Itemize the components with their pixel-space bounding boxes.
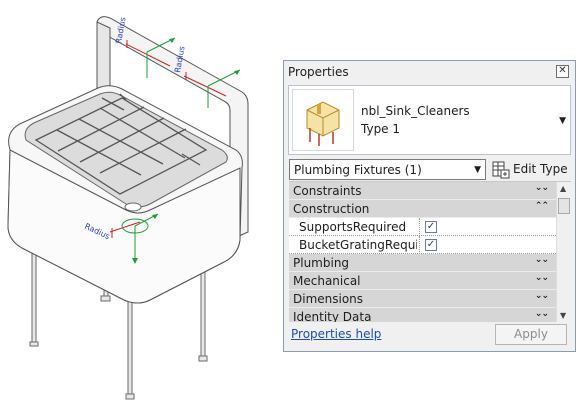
expand-icon[interactable]: ⌄⌄ — [535, 183, 549, 193]
group-plumbing[interactable]: Plumbing ⌄⌄ — [289, 254, 556, 272]
group-label: Construction — [293, 202, 370, 216]
group-label: Constraints — [293, 184, 362, 198]
close-icon[interactable]: ✕ — [556, 65, 569, 78]
group-label: Plumbing — [293, 256, 350, 270]
grid-scrollbar[interactable]: ▲ ▼ — [556, 182, 571, 322]
group-label: Identity Data — [293, 310, 372, 322]
expand-icon[interactable]: ⌄⌄ — [535, 273, 549, 283]
expand-icon[interactable]: ⌄⌄ — [535, 291, 549, 301]
param-row-supports-required[interactable]: SupportsRequired ✓ — [289, 218, 556, 236]
collapse-icon[interactable]: ⌃⌃ — [535, 201, 549, 211]
category-filter-dropdown[interactable]: Plumbing Fixtures (1) ▼ — [289, 159, 486, 180]
properties-help-link[interactable]: Properties help — [291, 327, 381, 341]
type-name: Type 1 — [361, 122, 401, 136]
supports-required-checkbox[interactable]: ✓ — [425, 221, 437, 233]
bucket-grating-checkbox[interactable]: ✓ — [425, 239, 437, 251]
scroll-down-icon[interactable]: ▼ — [560, 311, 566, 320]
chevron-down-icon[interactable]: ▼ — [474, 165, 481, 175]
group-label: Mechanical — [293, 274, 361, 288]
edit-type-label: Edit Type — [513, 162, 568, 176]
sink-3d-model[interactable]: Radius Radius Radius — [0, 0, 280, 411]
scrollbar-thumb[interactable] — [558, 198, 570, 214]
family-thumbnail — [292, 89, 354, 151]
palette-titlebar[interactable]: Properties ✕ — [284, 61, 575, 83]
expand-icon[interactable]: ⌄⌄ — [535, 255, 549, 265]
group-mechanical[interactable]: Mechanical ⌄⌄ — [289, 272, 556, 290]
scroll-up-icon[interactable]: ▲ — [560, 184, 566, 193]
group-construction[interactable]: Construction ⌃⌃ — [289, 200, 556, 218]
palette-title: Properties — [288, 65, 349, 79]
param-label: SupportsRequired — [299, 220, 407, 234]
chevron-down-icon[interactable]: ▼ — [559, 116, 566, 126]
category-filter-value: Plumbing Fixtures (1) — [294, 163, 422, 177]
param-row-bucket-grating[interactable]: BucketGratingRequir... ✓ — [289, 236, 556, 254]
group-dimensions[interactable]: Dimensions ⌄⌄ — [289, 290, 556, 308]
group-constraints[interactable]: Constraints ⌄⌄ — [289, 182, 556, 200]
column-divider — [419, 218, 420, 236]
apply-button[interactable]: Apply — [495, 324, 567, 345]
expand-icon[interactable]: ⌄⌄ — [535, 309, 549, 319]
edit-type-icon — [491, 160, 511, 183]
family-name: nbl_Sink_Cleaners — [361, 104, 470, 118]
group-identity-data[interactable]: Identity Data ⌄⌄ — [289, 308, 556, 322]
edit-type-button[interactable]: Edit Type — [491, 160, 573, 180]
column-divider — [419, 236, 420, 254]
model-viewport[interactable]: Radius Radius Radius — [0, 0, 280, 411]
properties-palette: Properties ✕ nbl_Sink_Cleaners Type 1 ▼ … — [283, 60, 576, 352]
sink-thumbnail-icon — [306, 101, 340, 146]
group-label: Dimensions — [293, 292, 364, 306]
param-label: BucketGratingRequir... — [299, 238, 417, 252]
type-selector[interactable]: nbl_Sink_Cleaners Type 1 ▼ — [288, 85, 571, 155]
properties-grid: Constraints ⌄⌄ Construction ⌃⌃ SupportsR… — [289, 181, 571, 322]
